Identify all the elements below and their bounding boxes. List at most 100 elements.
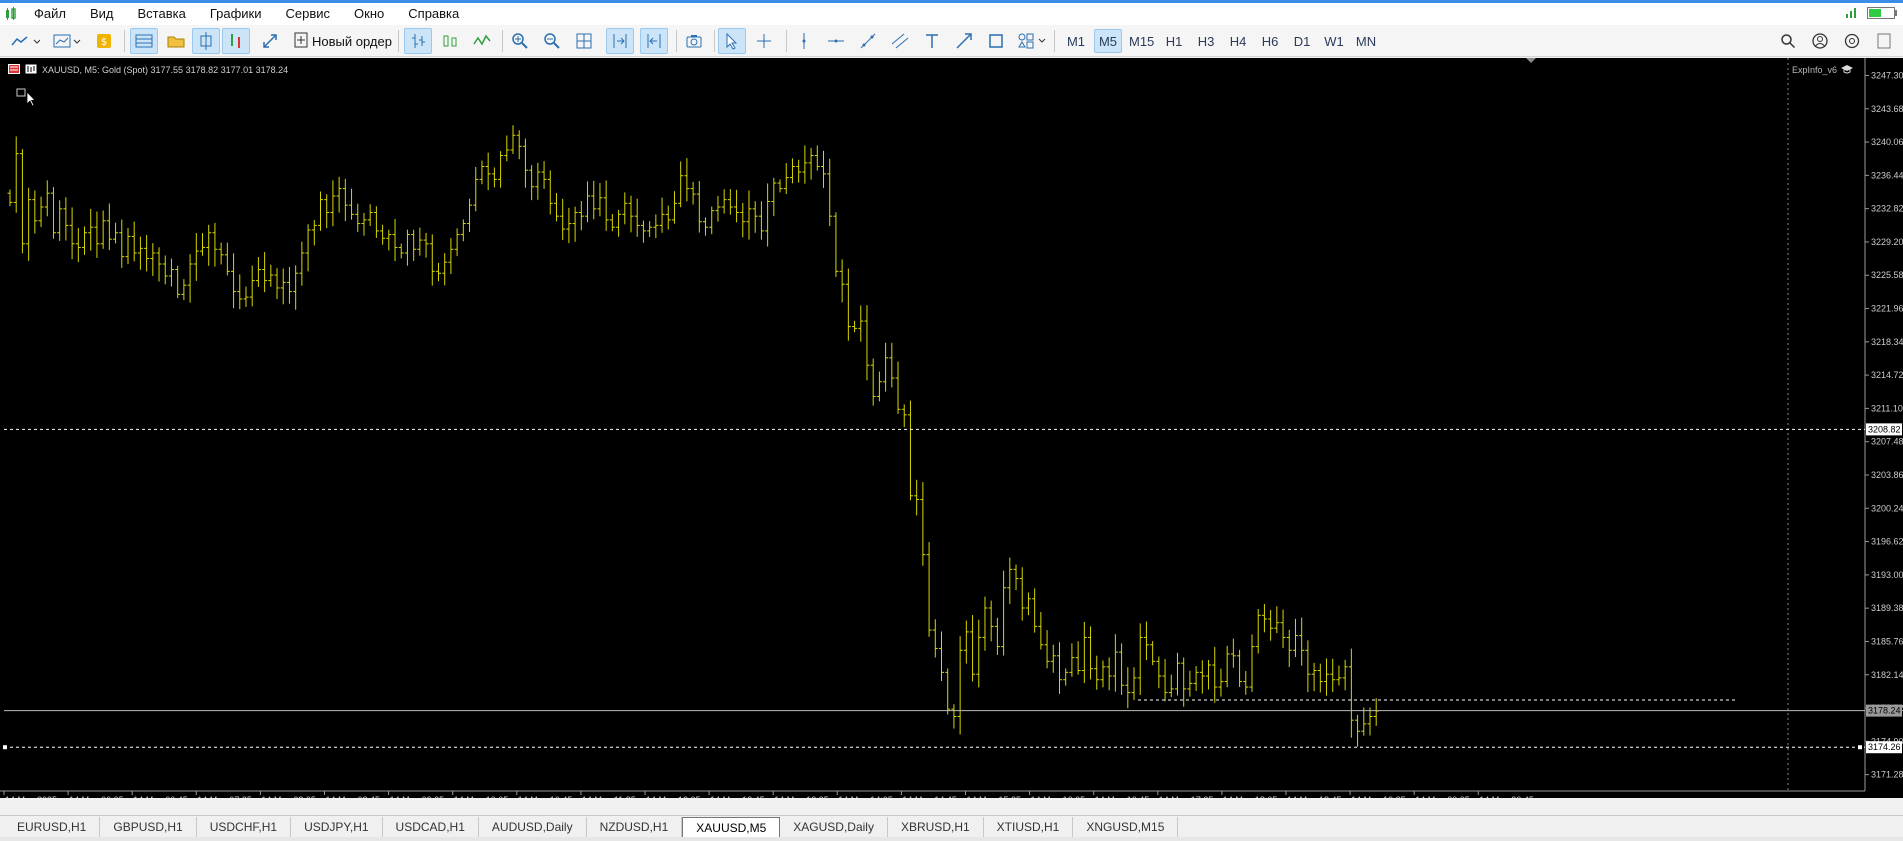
time-axis-label: 14 May 12:05	[646, 795, 701, 798]
open-folder-icon[interactable]	[162, 28, 190, 54]
tab-gbpusd-h1[interactable]: GBPUSD,H1	[100, 817, 197, 837]
sidebar-toggle-icon[interactable]	[1870, 28, 1898, 54]
time-axis-label: 14 May 19:25	[1351, 795, 1406, 798]
grid-icon[interactable]	[570, 28, 598, 54]
time-axis-label: 14 May 15:25	[967, 795, 1022, 798]
menu-charts[interactable]: Графики	[198, 3, 274, 25]
time-axis-label: 14 May 16:45	[1095, 795, 1150, 798]
menu-tools[interactable]: Сервис	[274, 3, 343, 25]
cursor-icon[interactable]	[718, 28, 746, 54]
menu-window[interactable]: Окно	[342, 3, 396, 25]
price-axis-label: 3243.68	[1871, 104, 1903, 114]
line-chart-icon[interactable]	[468, 28, 496, 54]
rectangle-icon[interactable]	[982, 28, 1010, 54]
line-handle-left	[3, 745, 7, 750]
time-axis-label: 14 May 11:25	[582, 795, 636, 798]
new-order-button[interactable]: Новый ордер	[290, 29, 396, 53]
menu-insert[interactable]: Вставка	[126, 3, 198, 25]
chart-shift-icon[interactable]	[606, 28, 634, 54]
price-axis-label: 3189.38	[1871, 603, 1903, 613]
time-axis-label: 14 May 16:05	[1031, 795, 1086, 798]
time-axis-label: 14 May 14:45	[902, 795, 957, 798]
vertical-line-icon[interactable]	[790, 28, 818, 54]
tab-xbrusd-h1[interactable]: XBRUSD,H1	[888, 817, 984, 837]
bar-chart-icon[interactable]	[404, 28, 432, 54]
zoom-in-icon[interactable]	[506, 28, 534, 54]
candles-icon[interactable]	[436, 28, 464, 54]
one-click-trading-icon[interactable]	[16, 86, 38, 113]
menu-file[interactable]: Файл	[22, 3, 78, 25]
market-icon[interactable]: $	[90, 28, 118, 54]
timeframe-m1-button[interactable]: M1	[1062, 29, 1090, 53]
tab-usdjpy-h1[interactable]: USDJPY,H1	[291, 817, 383, 837]
account-icon[interactable]	[1806, 28, 1834, 54]
price-axis-label: 3232.82	[1871, 204, 1903, 214]
chart-type-icon[interactable]	[48, 28, 86, 54]
tab-nzdusd-h1[interactable]: NZDUSD,H1	[587, 817, 683, 837]
zoom-out-icon[interactable]	[538, 28, 566, 54]
tab-xngusd-m15[interactable]: XNGUSD,M15	[1073, 817, 1179, 837]
time-axis-label: 14 May 07:25	[197, 795, 252, 798]
search-icon[interactable]	[1774, 28, 1802, 54]
price-axis-label: 3200.24	[1871, 503, 1903, 513]
time-axis-label: 14 May 20:45	[1479, 795, 1534, 798]
tab-usdchf-h1[interactable]: USDCHF,H1	[197, 817, 292, 837]
screenshot-icon[interactable]	[680, 28, 708, 54]
tab-eurusd-h1[interactable]: EURUSD,H1	[4, 817, 101, 837]
horizontal-line-icon[interactable]	[822, 28, 850, 54]
time-axis-label: 14 May 18:05	[1223, 795, 1278, 798]
timeframe-m15-button[interactable]: M15	[1126, 29, 1157, 53]
menu-view[interactable]: Вид	[78, 3, 126, 25]
menu-help[interactable]: Справка	[396, 3, 471, 25]
price-axis-label: 3193.00	[1871, 570, 1903, 580]
tab-usdcad-h1[interactable]: USDCAD,H1	[383, 817, 479, 837]
trendline-icon[interactable]	[854, 28, 882, 54]
new-chart-icon[interactable]	[6, 28, 44, 54]
profiles-icon[interactable]	[130, 28, 158, 54]
timeframe-mn-button[interactable]: MN	[1352, 29, 1380, 53]
chart-type-small-icon	[25, 64, 37, 76]
tab-xagusd-daily[interactable]: XAGUSD,Daily	[780, 817, 888, 837]
chart-window[interactable]: 3247.30 3243.68 3240.06 3236.44 3232.82 3229.…	[0, 58, 1903, 798]
timeframe-h6-button[interactable]: H6	[1256, 29, 1284, 53]
time-axis-label: 14 May 18:45	[1287, 795, 1342, 798]
price-line-label: 3174.26	[1868, 742, 1901, 752]
price-axis-label: 3214.72	[1871, 370, 1903, 380]
price-axis-label: 3236.44	[1871, 170, 1903, 180]
autoscale-icon[interactable]	[640, 28, 668, 54]
svg-text:$: $	[101, 37, 107, 48]
community-icon[interactable]	[1838, 28, 1866, 54]
timeframe-w1-button[interactable]: W1	[1320, 29, 1348, 53]
time-axis-label: 14 May 17:25	[1159, 795, 1214, 798]
crosshair-add-icon[interactable]	[192, 28, 220, 54]
time-axis-label: 14 May 10:45	[518, 795, 573, 798]
price-axis-label: 3229.20	[1871, 237, 1903, 247]
time-axis-label: 14 May 13:25	[774, 795, 829, 798]
crosshair-icon[interactable]	[750, 28, 778, 54]
tab-audusd-daily[interactable]: AUDUSD,Daily	[479, 817, 587, 837]
timeframe-h3-button[interactable]: H3	[1192, 29, 1220, 53]
menu-bar: Файл Вид Вставка Графики Сервис Окно Спр…	[0, 0, 1903, 25]
autoscroll-icon[interactable]	[256, 28, 284, 54]
signal-icon	[1845, 5, 1859, 24]
arrow-icon[interactable]	[950, 28, 978, 54]
tab-xtiusd-h1[interactable]: XTIUSD,H1	[984, 817, 1074, 837]
time-axis-label: 14 May 10:05	[454, 795, 509, 798]
chart-window-menu-icon[interactable]	[8, 64, 20, 76]
timeframe-d1-button[interactable]: D1	[1288, 29, 1316, 53]
timeframe-h4-button[interactable]: H4	[1224, 29, 1252, 53]
price-line-label: 3208.82	[1868, 424, 1901, 434]
plus-icon	[294, 32, 308, 51]
price-axis-label: 3182.14	[1871, 670, 1903, 680]
channel-icon[interactable]	[886, 28, 914, 54]
price-axis-label: 3196.62	[1871, 537, 1903, 547]
indicators-icon[interactable]	[222, 28, 250, 54]
text-icon[interactable]	[918, 28, 946, 54]
new-order-label: Новый ордер	[312, 33, 392, 49]
timeframe-h1-button[interactable]: H1	[1160, 29, 1188, 53]
time-axis-label: 14 May 06:45	[133, 795, 188, 798]
price-chart[interactable]: 3247.30 3243.68 3240.06 3236.44 3232.82 3229.…	[0, 58, 1903, 798]
shapes-icon[interactable]	[1014, 28, 1050, 54]
timeframe-m5-button[interactable]: M5	[1094, 29, 1122, 53]
tab-xauusd-m5[interactable]: XAUUSD,M5	[682, 817, 781, 837]
